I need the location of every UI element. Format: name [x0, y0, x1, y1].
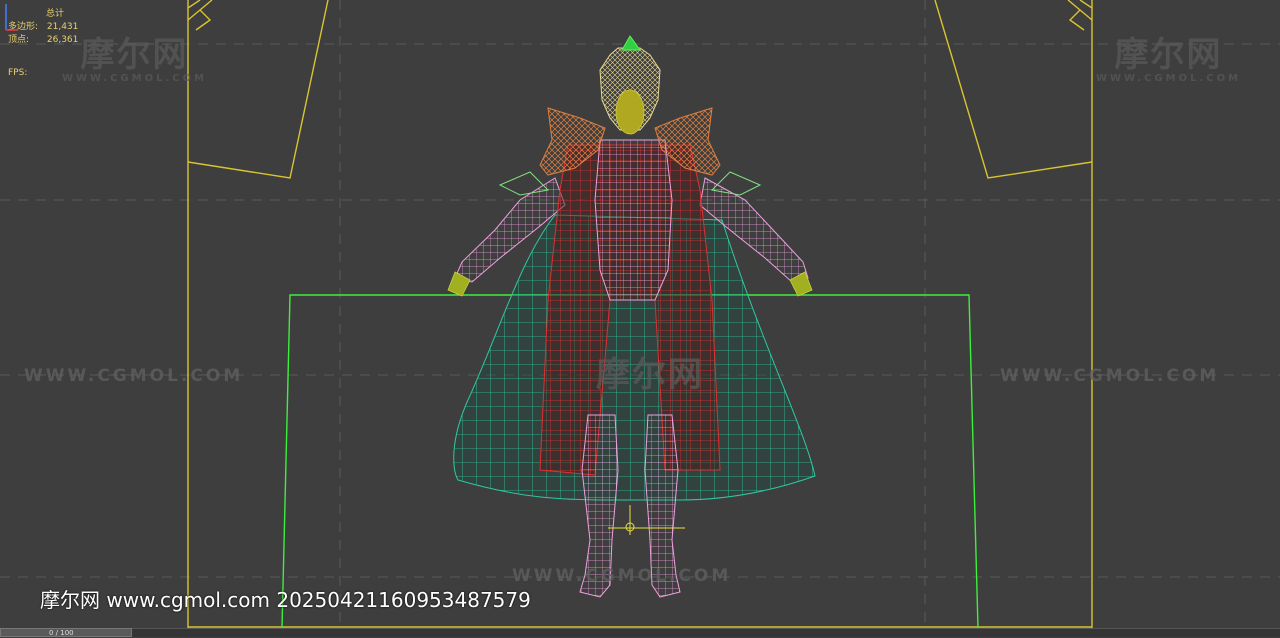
watermark-url-bottom: WWW.CGMOL.COM [512, 566, 732, 586]
watermark-logo-left: 摩尔网 WWW.CGMOL.COM [62, 38, 207, 84]
watermark-logo-subtext: WWW.CGMOL.COM [1096, 73, 1242, 84]
watermark-url-right: WWW.CGMOL.COM [1000, 366, 1220, 386]
viewport-front[interactable]: 总计 多边形: 21,431 顶点: 26,361 FPS: 摩尔网 WWW.C… [0, 0, 1280, 637]
image-caption: 摩尔网 www.cgmol.com 20250421160953487579 [40, 588, 531, 612]
vertices-label: 顶点: [8, 35, 30, 45]
watermark-logo-subtext: WWW.CGMOL.COM [62, 73, 208, 84]
watermark-logo-center: 摩尔网 [596, 358, 704, 392]
time-slider[interactable]: 0 / 100 [0, 628, 132, 637]
watermark-logo-text: 摩尔网 [596, 355, 704, 395]
timeline-bar[interactable]: 0 / 100 [0, 628, 1280, 637]
crest-mesh [621, 35, 641, 51]
timeline-track[interactable] [132, 628, 1280, 637]
watermark-logo-right: 摩尔网 WWW.CGMOL.COM [1096, 38, 1241, 84]
watermark-logo-text: 摩尔网 [1114, 35, 1223, 75]
wireframe-scene [0, 0, 1280, 629]
torso-mesh [594, 139, 673, 301]
fps-label: FPS: [8, 68, 28, 78]
axis-gizmo [5, 4, 18, 31]
watermark-logo-text: 摩尔网 [80, 35, 189, 75]
face-mesh [615, 89, 645, 135]
polygons-value: 21,431 [46, 22, 79, 32]
watermark-url-left: WWW.CGMOL.COM [24, 366, 244, 386]
